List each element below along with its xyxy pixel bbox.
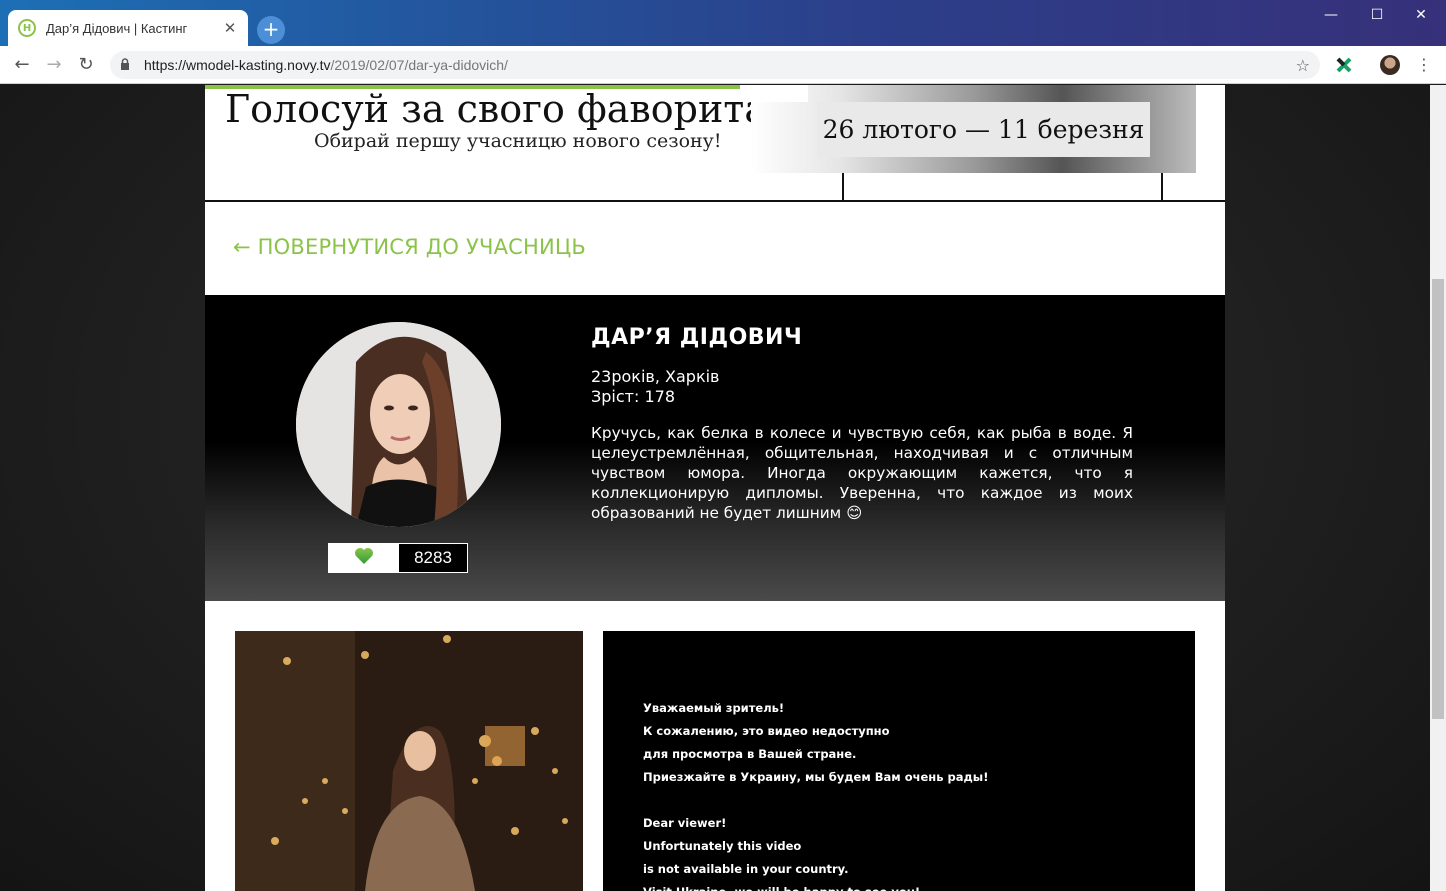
vote-button[interactable] [329,544,399,572]
participant-photo [235,631,583,891]
notice-line: Unfortunately this video [643,839,802,853]
notice-line [643,789,988,812]
heart-icon [354,547,374,569]
page-content: Голосуй за свого фаворита! Обирай першу … [205,85,1225,891]
banner-divider [842,173,844,201]
close-window-icon[interactable]: ✕ [1398,4,1444,26]
banner-divider [1161,173,1163,201]
participant-profile: 8283 ДАР’Я ДІДОВИЧ 23років, Харків Зріст… [205,295,1225,601]
notice-line: Dear viewer! [643,816,727,830]
vote-widget: 8283 [328,543,468,573]
geo-block-notice: Уважаемый зритель! К сожалению, это виде… [643,697,988,891]
notice-line: К сожалению, это видео недоступно [643,724,890,738]
reload-icon[interactable]: ↻ [74,53,98,77]
notice-line: Уважаемый зритель! [643,701,785,715]
participant-height: Зріст: 178 [591,387,675,406]
url-text: https://wmodel-kasting.novy.tv/2019/02/0… [144,57,508,73]
bookmark-star-icon[interactable]: ☆ [1296,56,1310,75]
page-viewport: Голосуй за свого фаворита! Обирай першу … [0,85,1430,891]
extension-icon[interactable] [1334,56,1354,76]
participant-meta: 23років, Харків Зріст: 178 [591,367,719,407]
forward-arrow-icon[interactable]: → [42,53,66,77]
vote-count: 8283 [399,544,467,572]
kebab-menu-icon[interactable]: ⋮ [1414,54,1434,76]
banner-bottom-rule [205,200,1225,202]
notice-line: Visit Ukraine, we will be happy to see y… [643,881,988,891]
new-tab-button[interactable]: + [257,16,285,44]
participant-portrait [296,322,501,527]
notice-line: Приезжайте в Украину, мы будем Вам очень… [643,770,989,784]
scrollbar-thumb[interactable] [1432,279,1444,719]
address-bar[interactable]: https://wmodel-kasting.novy.tv/2019/02/0… [110,51,1320,79]
video-player[interactable]: Уважаемый зритель! К сожалению, это виде… [603,631,1195,891]
novy-tv-favicon-icon: Н [18,19,36,37]
banner-dates: 26 лютого — 11 березня [817,102,1150,157]
profile-avatar-icon[interactable] [1380,55,1400,75]
vote-banner[interactable]: Голосуй за свого фаворита! Обирай першу … [205,85,1225,202]
back-arrow-icon[interactable]: ← [10,53,34,77]
close-tab-icon[interactable]: ✕ [222,19,238,37]
maximize-window-icon[interactable]: ☐ [1354,4,1400,26]
banner-title: Голосуй за свого фаворита! [225,87,783,131]
tab-title: Дар’я Дідович | Кастинг [46,20,188,36]
browser-tab[interactable]: Н Дар’я Дідович | Кастинг ✕ [8,10,248,46]
lock-icon [120,57,136,73]
browser-toolbar: ← → ↻ https://wmodel-kasting.novy.tv/201… [0,46,1446,84]
minimize-window-icon[interactable]: — [1308,4,1354,26]
notice-line: is not available in your country. [643,862,849,876]
participant-bio: Кручусь, как белка в колесе и чувствую с… [591,424,1133,522]
page-scrollbar[interactable] [1430,85,1446,891]
notice-line: для просмотра в Вашей стране. [643,747,857,761]
banner-subtitle: Обирай першу учасницю нового сезону! [314,130,722,152]
browser-titlebar: Н Дар’я Дідович | Кастинг ✕ + — ☐ ✕ [0,0,1446,46]
participant-name: ДАР’Я ДІДОВИЧ [591,325,803,350]
back-to-participants-link[interactable]: ← ПОВЕРНУТИСЯ ДО УЧАСНИЦЬ [233,235,586,259]
participant-age-city: 23років, Харків [591,367,720,386]
